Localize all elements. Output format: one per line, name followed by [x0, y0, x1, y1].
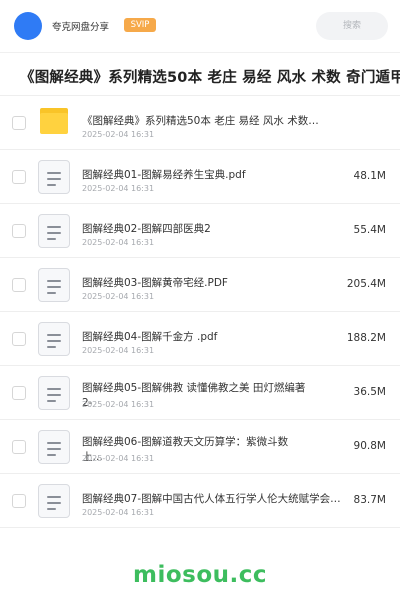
document-icon [38, 484, 70, 518]
item-date: 2025-02-04 16:31 [82, 400, 155, 409]
search-input[interactable]: 搜索 [316, 12, 388, 40]
brand-label: 夸克网盘分享 [52, 22, 110, 33]
avatar[interactable] [14, 12, 42, 40]
folder-icon [40, 108, 68, 134]
item-name: 图解经典03-图解黄帝宅经.PDF [82, 277, 228, 289]
document-icon [38, 430, 70, 464]
item-size: 205.4M [346, 278, 386, 290]
list-item[interactable]: 图解经典06-图解道教天文历算学：紫微斗数 上… 2025-02-04 16:3… [0, 420, 400, 474]
document-icon [38, 160, 70, 194]
item-size: 55.4M [353, 224, 386, 236]
header: 夸克网盘分享 SVIP 搜索 [0, 0, 400, 52]
item-date: 2025-02-04 16:31 [82, 292, 155, 301]
item-name: 图解经典07-图解中国古代人体五行学人伦大统赋学会… [82, 493, 341, 505]
item-checkbox[interactable] [12, 170, 26, 184]
item-size: 90.8M [353, 440, 386, 452]
item-checkbox[interactable] [12, 440, 26, 454]
item-size: 48.1M [353, 170, 386, 182]
item-date: 2025-02-04 16:31 [82, 508, 155, 517]
item-date: 2025-02-04 16:31 [82, 130, 155, 139]
item-checkbox[interactable] [12, 278, 26, 292]
item-size: 36.5M [353, 386, 386, 398]
item-checkbox[interactable] [12, 224, 26, 238]
item-name: 图解经典04-图解千金方 .pdf [82, 331, 218, 343]
list-item[interactable]: 图解经典01-图解易经养生宝典.pdf 2025-02-04 16:31 48.… [0, 150, 400, 204]
item-name: 《图解经典》系列精选50本 老庄 易经 风水 术数… [82, 115, 319, 127]
document-icon [38, 268, 70, 302]
item-checkbox[interactable] [12, 494, 26, 508]
list-item[interactable]: 《图解经典》系列精选50本 老庄 易经 风水 术数… 2025-02-04 16… [0, 96, 400, 150]
file-list: 《图解经典》系列精选50本 老庄 易经 风水 术数… 2025-02-04 16… [0, 96, 400, 528]
item-date: 2025-02-04 16:31 [82, 346, 155, 355]
watermark: miosou.cc [132, 562, 268, 588]
item-date: 2025-02-04 16:31 [82, 184, 155, 193]
share-title-bar: 《图解经典》系列精选50本 老庄 易经 风水 术数 奇门遁甲 — [0, 52, 400, 96]
item-date: 2025-02-04 16:31 [82, 238, 155, 247]
svip-badge: SVIP [124, 18, 156, 32]
item-checkbox[interactable] [12, 116, 26, 130]
list-item[interactable]: 图解经典07-图解中国古代人体五行学人伦大统赋学会… 2025-02-04 16… [0, 474, 400, 528]
item-name: 图解经典01-图解易经养生宝典.pdf [82, 169, 246, 181]
item-date: 2025-02-04 16:31 [82, 454, 155, 463]
item-size: 83.7M [353, 494, 386, 506]
list-item[interactable]: 图解经典02-图解四部医典2 2025-02-04 16:31 55.4M [0, 204, 400, 258]
list-item[interactable]: 图解经典04-图解千金方 .pdf 2025-02-04 16:31 188.2… [0, 312, 400, 366]
document-icon [38, 376, 70, 410]
item-checkbox[interactable] [12, 332, 26, 346]
list-item[interactable]: 图解经典05-图解佛教 读懂佛教之美 田灯燃编著2- 2025-02-04 16… [0, 366, 400, 420]
document-icon [38, 214, 70, 248]
page-title: 《图解经典》系列精选50本 老庄 易经 风水 术数 奇门遁甲 — [20, 70, 400, 86]
list-item[interactable]: 图解经典03-图解黄帝宅经.PDF 2025-02-04 16:31 205.4… [0, 258, 400, 312]
item-size: 188.2M [346, 332, 386, 344]
item-name: 图解经典02-图解四部医典2 [82, 223, 211, 235]
item-checkbox[interactable] [12, 386, 26, 400]
document-icon [38, 322, 70, 356]
